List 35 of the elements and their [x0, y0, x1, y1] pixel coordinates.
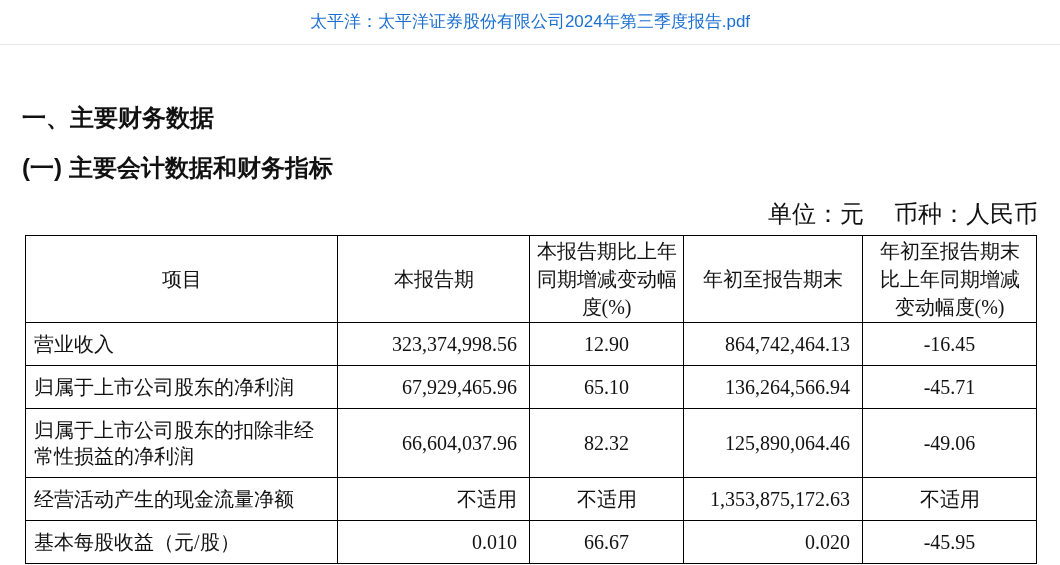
column-header: 本报告期	[337, 235, 530, 323]
column-header: 本报告期比上年同期增减变动幅度(%)	[529, 235, 684, 323]
table-cell: -49.06	[862, 408, 1037, 478]
table-cell: 不适用	[337, 477, 530, 521]
table-cell: 323,374,998.56	[337, 322, 530, 366]
column-header: 年初至报告期末	[683, 235, 863, 323]
table-cell: -16.45	[862, 322, 1037, 366]
table-cell: 0.010	[337, 520, 530, 564]
section-heading: 一、主要财务数据	[22, 103, 215, 133]
table-cell: 65.10	[529, 365, 684, 409]
table-cell: 经营活动产生的现金流量净额	[25, 477, 338, 521]
table-cell: 864,742,464.13	[683, 322, 863, 366]
table-cell: 归属于上市公司股东的扣除非经常性损益的净利润	[25, 408, 338, 478]
table-cell: 12.90	[529, 322, 684, 366]
currency-label: 币种：人民币	[894, 200, 1038, 229]
table-cell: 67,929,465.96	[337, 365, 530, 409]
table-cell: 基本每股收益（元/股）	[25, 520, 338, 564]
table-cell: 不适用	[529, 477, 684, 521]
table-cell: 归属于上市公司股东的净利润	[25, 365, 338, 409]
table-cell: 66,604,037.96	[337, 408, 530, 478]
table-cell: 82.32	[529, 408, 684, 478]
document-title-link[interactable]: 太平洋：太平洋证券股份有限公司2024年第三季度报告.pdf	[309, 9, 751, 35]
table-cell: 136,264,566.94	[683, 365, 863, 409]
unit-label: 单位：元	[768, 200, 864, 229]
table-cell: 1,353,875,172.63	[683, 477, 863, 521]
column-header: 项目	[25, 235, 338, 323]
table-cell: 不适用	[862, 477, 1037, 521]
subsection-heading: (一) 主要会计数据和财务指标	[22, 153, 334, 183]
table-cell: -45.95	[862, 520, 1037, 564]
table-cell: -45.71	[862, 365, 1037, 409]
table-cell: 66.67	[529, 520, 684, 564]
table-cell: 125,890,064.46	[683, 408, 863, 478]
column-header: 年初至报告期末比上年同期增减变动幅度(%)	[862, 235, 1037, 323]
table-cell: 0.020	[683, 520, 863, 564]
table-cell: 营业收入	[25, 322, 338, 366]
